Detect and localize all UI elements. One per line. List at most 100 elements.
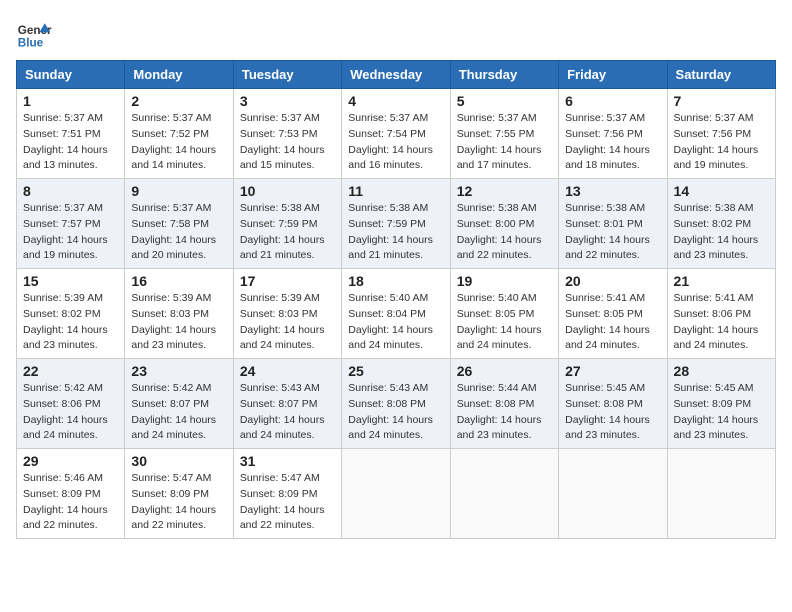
day-info: Sunrise: 5:37 AMSunset: 7:55 PMDaylight:… (457, 112, 542, 171)
calendar-day-cell: 7 Sunrise: 5:37 AMSunset: 7:56 PMDayligh… (667, 89, 775, 179)
day-number: 10 (240, 183, 335, 199)
day-number: 5 (457, 93, 552, 109)
day-info: Sunrise: 5:37 AMSunset: 7:56 PMDaylight:… (565, 112, 650, 171)
day-number: 31 (240, 453, 335, 469)
day-number: 11 (348, 183, 443, 199)
day-info: Sunrise: 5:40 AMSunset: 8:04 PMDaylight:… (348, 292, 433, 351)
calendar-day-cell: 1 Sunrise: 5:37 AMSunset: 7:51 PMDayligh… (17, 89, 125, 179)
day-info: Sunrise: 5:37 AMSunset: 7:53 PMDaylight:… (240, 112, 325, 171)
calendar-day-cell: 13 Sunrise: 5:38 AMSunset: 8:01 PMDaylig… (559, 179, 667, 269)
dow-header-sunday: Sunday (17, 61, 125, 89)
calendar-day-cell: 18 Sunrise: 5:40 AMSunset: 8:04 PMDaylig… (342, 269, 450, 359)
day-number: 26 (457, 363, 552, 379)
day-info: Sunrise: 5:46 AMSunset: 8:09 PMDaylight:… (23, 472, 108, 531)
calendar-day-cell: 22 Sunrise: 5:42 AMSunset: 8:06 PMDaylig… (17, 359, 125, 449)
calendar-day-cell: 3 Sunrise: 5:37 AMSunset: 7:53 PMDayligh… (233, 89, 341, 179)
calendar-day-cell: 20 Sunrise: 5:41 AMSunset: 8:05 PMDaylig… (559, 269, 667, 359)
calendar-day-cell: 27 Sunrise: 5:45 AMSunset: 8:08 PMDaylig… (559, 359, 667, 449)
day-number: 4 (348, 93, 443, 109)
calendar-day-cell: 17 Sunrise: 5:39 AMSunset: 8:03 PMDaylig… (233, 269, 341, 359)
empty-cell (342, 449, 450, 539)
day-number: 15 (23, 273, 118, 289)
dow-header-monday: Monday (125, 61, 233, 89)
day-info: Sunrise: 5:39 AMSunset: 8:03 PMDaylight:… (131, 292, 216, 351)
day-info: Sunrise: 5:43 AMSunset: 8:08 PMDaylight:… (348, 382, 433, 441)
day-number: 13 (565, 183, 660, 199)
day-number: 28 (674, 363, 769, 379)
calendar-day-cell: 14 Sunrise: 5:38 AMSunset: 8:02 PMDaylig… (667, 179, 775, 269)
day-number: 14 (674, 183, 769, 199)
day-number: 24 (240, 363, 335, 379)
logo-icon: General Blue (16, 16, 52, 52)
day-number: 8 (23, 183, 118, 199)
day-of-week-row: SundayMondayTuesdayWednesdayThursdayFrid… (17, 61, 776, 89)
calendar-day-cell: 30 Sunrise: 5:47 AMSunset: 8:09 PMDaylig… (125, 449, 233, 539)
day-info: Sunrise: 5:47 AMSunset: 8:09 PMDaylight:… (131, 472, 216, 531)
calendar-day-cell: 23 Sunrise: 5:42 AMSunset: 8:07 PMDaylig… (125, 359, 233, 449)
day-info: Sunrise: 5:37 AMSunset: 7:54 PMDaylight:… (348, 112, 433, 171)
empty-cell (450, 449, 558, 539)
calendar-day-cell: 2 Sunrise: 5:37 AMSunset: 7:52 PMDayligh… (125, 89, 233, 179)
day-info: Sunrise: 5:39 AMSunset: 8:03 PMDaylight:… (240, 292, 325, 351)
day-info: Sunrise: 5:45 AMSunset: 8:09 PMDaylight:… (674, 382, 759, 441)
calendar-day-cell: 21 Sunrise: 5:41 AMSunset: 8:06 PMDaylig… (667, 269, 775, 359)
calendar-day-cell: 29 Sunrise: 5:46 AMSunset: 8:09 PMDaylig… (17, 449, 125, 539)
day-number: 3 (240, 93, 335, 109)
day-info: Sunrise: 5:37 AMSunset: 7:56 PMDaylight:… (674, 112, 759, 171)
day-number: 27 (565, 363, 660, 379)
dow-header-thursday: Thursday (450, 61, 558, 89)
calendar-day-cell: 25 Sunrise: 5:43 AMSunset: 8:08 PMDaylig… (342, 359, 450, 449)
calendar-day-cell: 11 Sunrise: 5:38 AMSunset: 7:59 PMDaylig… (342, 179, 450, 269)
empty-cell (559, 449, 667, 539)
calendar-day-cell: 12 Sunrise: 5:38 AMSunset: 8:00 PMDaylig… (450, 179, 558, 269)
calendar-week-row: 8 Sunrise: 5:37 AMSunset: 7:57 PMDayligh… (17, 179, 776, 269)
calendar-week-row: 22 Sunrise: 5:42 AMSunset: 8:06 PMDaylig… (17, 359, 776, 449)
calendar-body: 1 Sunrise: 5:37 AMSunset: 7:51 PMDayligh… (17, 89, 776, 539)
day-number: 29 (23, 453, 118, 469)
day-info: Sunrise: 5:44 AMSunset: 8:08 PMDaylight:… (457, 382, 542, 441)
calendar-week-row: 1 Sunrise: 5:37 AMSunset: 7:51 PMDayligh… (17, 89, 776, 179)
calendar-table: SundayMondayTuesdayWednesdayThursdayFrid… (16, 60, 776, 539)
calendar-day-cell: 31 Sunrise: 5:47 AMSunset: 8:09 PMDaylig… (233, 449, 341, 539)
day-info: Sunrise: 5:41 AMSunset: 8:05 PMDaylight:… (565, 292, 650, 351)
logo: General Blue (16, 16, 52, 52)
day-info: Sunrise: 5:38 AMSunset: 8:02 PMDaylight:… (674, 202, 759, 261)
day-number: 9 (131, 183, 226, 199)
day-info: Sunrise: 5:38 AMSunset: 7:59 PMDaylight:… (240, 202, 325, 261)
day-number: 17 (240, 273, 335, 289)
day-number: 16 (131, 273, 226, 289)
day-number: 12 (457, 183, 552, 199)
day-number: 20 (565, 273, 660, 289)
day-number: 1 (23, 93, 118, 109)
calendar-day-cell: 16 Sunrise: 5:39 AMSunset: 8:03 PMDaylig… (125, 269, 233, 359)
dow-header-saturday: Saturday (667, 61, 775, 89)
day-info: Sunrise: 5:39 AMSunset: 8:02 PMDaylight:… (23, 292, 108, 351)
calendar-day-cell: 8 Sunrise: 5:37 AMSunset: 7:57 PMDayligh… (17, 179, 125, 269)
dow-header-wednesday: Wednesday (342, 61, 450, 89)
day-number: 18 (348, 273, 443, 289)
empty-cell (667, 449, 775, 539)
day-info: Sunrise: 5:42 AMSunset: 8:06 PMDaylight:… (23, 382, 108, 441)
page-header: General Blue (16, 16, 776, 52)
day-info: Sunrise: 5:38 AMSunset: 7:59 PMDaylight:… (348, 202, 433, 261)
day-info: Sunrise: 5:43 AMSunset: 8:07 PMDaylight:… (240, 382, 325, 441)
calendar-day-cell: 24 Sunrise: 5:43 AMSunset: 8:07 PMDaylig… (233, 359, 341, 449)
day-info: Sunrise: 5:41 AMSunset: 8:06 PMDaylight:… (674, 292, 759, 351)
day-info: Sunrise: 5:37 AMSunset: 7:57 PMDaylight:… (23, 202, 108, 261)
day-info: Sunrise: 5:42 AMSunset: 8:07 PMDaylight:… (131, 382, 216, 441)
day-number: 30 (131, 453, 226, 469)
day-info: Sunrise: 5:40 AMSunset: 8:05 PMDaylight:… (457, 292, 542, 351)
calendar-day-cell: 28 Sunrise: 5:45 AMSunset: 8:09 PMDaylig… (667, 359, 775, 449)
calendar-week-row: 29 Sunrise: 5:46 AMSunset: 8:09 PMDaylig… (17, 449, 776, 539)
calendar-day-cell: 10 Sunrise: 5:38 AMSunset: 7:59 PMDaylig… (233, 179, 341, 269)
day-info: Sunrise: 5:38 AMSunset: 8:00 PMDaylight:… (457, 202, 542, 261)
day-info: Sunrise: 5:37 AMSunset: 7:52 PMDaylight:… (131, 112, 216, 171)
dow-header-tuesday: Tuesday (233, 61, 341, 89)
calendar-day-cell: 4 Sunrise: 5:37 AMSunset: 7:54 PMDayligh… (342, 89, 450, 179)
day-number: 23 (131, 363, 226, 379)
day-info: Sunrise: 5:38 AMSunset: 8:01 PMDaylight:… (565, 202, 650, 261)
day-number: 25 (348, 363, 443, 379)
day-number: 22 (23, 363, 118, 379)
calendar-day-cell: 26 Sunrise: 5:44 AMSunset: 8:08 PMDaylig… (450, 359, 558, 449)
day-number: 2 (131, 93, 226, 109)
